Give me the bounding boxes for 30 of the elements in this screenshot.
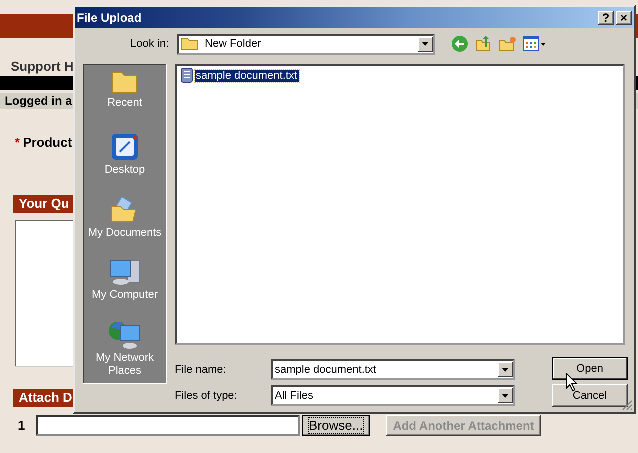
file-name-label: File name: bbox=[175, 364, 228, 376]
window-title: File Upload bbox=[77, 10, 143, 24]
open-button[interactable]: Open bbox=[552, 357, 628, 380]
attachment-field[interactable] bbox=[36, 415, 300, 436]
resize-grip-icon bbox=[622, 400, 633, 411]
desktop-icon bbox=[110, 132, 140, 162]
required-mark: * bbox=[15, 135, 20, 150]
network-computer-icon bbox=[108, 320, 142, 350]
back-icon[interactable] bbox=[451, 35, 469, 53]
attachment-number: 1 bbox=[18, 418, 26, 433]
file-type-label: Files of type: bbox=[175, 390, 238, 402]
mouse-pointer-icon bbox=[566, 373, 578, 392]
places-item[interactable]: My Network Places bbox=[85, 320, 165, 383]
look-in-label: Look in: bbox=[129, 38, 170, 50]
file-item[interactable]: sample document.txt bbox=[181, 68, 619, 83]
places-item[interactable]: Recent bbox=[85, 69, 165, 132]
file-name-field[interactable]: sample document.txt bbox=[271, 359, 515, 380]
cancel-button[interactable]: Cancel bbox=[552, 384, 628, 407]
login-text: Logged in a bbox=[5, 94, 72, 108]
places-item[interactable]: My Computer bbox=[85, 257, 165, 320]
view-menu-icon[interactable] bbox=[523, 36, 547, 52]
close-button[interactable]: × bbox=[616, 10, 632, 24]
page-heading: Support H bbox=[11, 59, 75, 74]
look-in-dropdown[interactable]: New Folder bbox=[177, 34, 435, 54]
browse-button[interactable]: Browse... bbox=[302, 415, 370, 436]
text-file-icon bbox=[181, 68, 193, 83]
product-label: Product bbox=[23, 135, 72, 150]
places-item[interactable]: Desktop bbox=[85, 132, 165, 195]
file-type-dropdown[interactable]: All Files bbox=[271, 385, 515, 406]
help-button[interactable]: ? bbox=[598, 10, 614, 24]
